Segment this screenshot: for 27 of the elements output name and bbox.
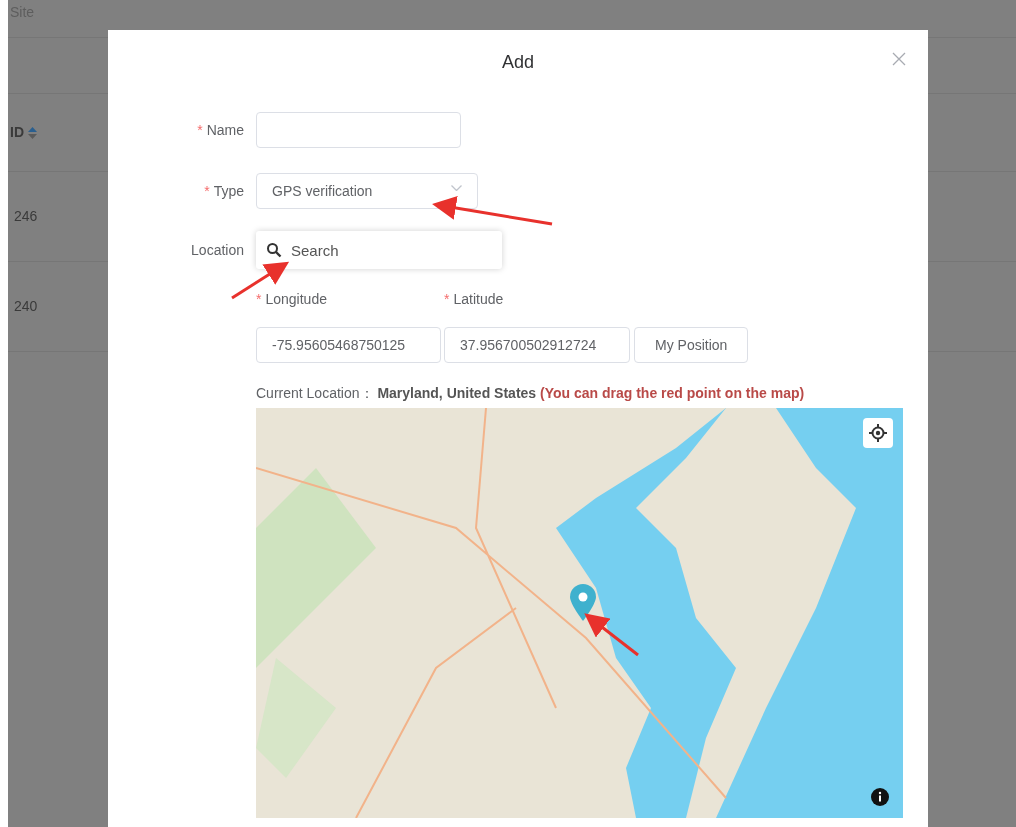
annotation-arrow: [584, 613, 639, 657]
table-cell-text: 240: [14, 297, 38, 316]
type-label: * Type: [203, 181, 244, 201]
info-icon[interactable]: [871, 788, 889, 806]
location-label: Location: [190, 240, 244, 260]
map-pin-icon[interactable]: [569, 584, 597, 622]
current-location-label: Current Location：: [256, 385, 374, 401]
longitude-label: * Longitude: [256, 289, 328, 309]
my-position-button[interactable]: My Position: [634, 327, 749, 363]
name-input-field[interactable]: [256, 112, 461, 148]
locate-button[interactable]: [863, 418, 893, 448]
latitude-input-field[interactable]: 37.956700502912724: [444, 327, 630, 363]
longitude-input-field[interactable]: -75.95605468750125: [256, 327, 441, 363]
latitude-label: * Latitude: [444, 289, 504, 309]
crosshair-icon: [869, 424, 887, 442]
sort-icon[interactable]: [28, 126, 37, 139]
close-icon[interactable]: [892, 52, 906, 66]
drag-hint-text: (You can drag the red point on the map): [540, 385, 805, 401]
current-location-value: Maryland, United States: [377, 385, 537, 401]
name-label: * Name: [196, 120, 244, 140]
table-cell-text: 246: [14, 207, 38, 226]
dialog-title: Add: [502, 50, 534, 74]
chevron-down-icon: [451, 185, 462, 191]
column-header: ID: [10, 123, 24, 142]
search-icon: [266, 242, 282, 258]
type-select-field[interactable]: GPS verification: [256, 173, 478, 209]
location-search-field[interactable]: Search: [256, 231, 502, 269]
